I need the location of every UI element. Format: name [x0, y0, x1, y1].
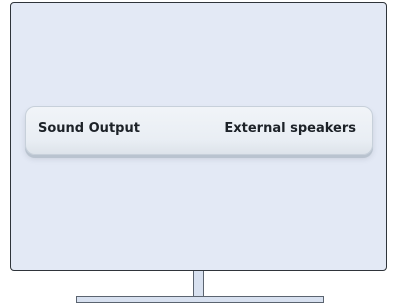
setting-label: Sound Output — [38, 121, 140, 136]
sound-output-setting[interactable]: Sound Output External speakers — [25, 106, 373, 155]
tv-scene: Sound Output External speakers — [0, 0, 393, 308]
tv-stand-neck — [193, 271, 204, 297]
tv-stand-base — [76, 296, 324, 303]
setting-value: External speakers — [224, 121, 356, 136]
tv-screen: Sound Output External speakers — [10, 2, 387, 271]
